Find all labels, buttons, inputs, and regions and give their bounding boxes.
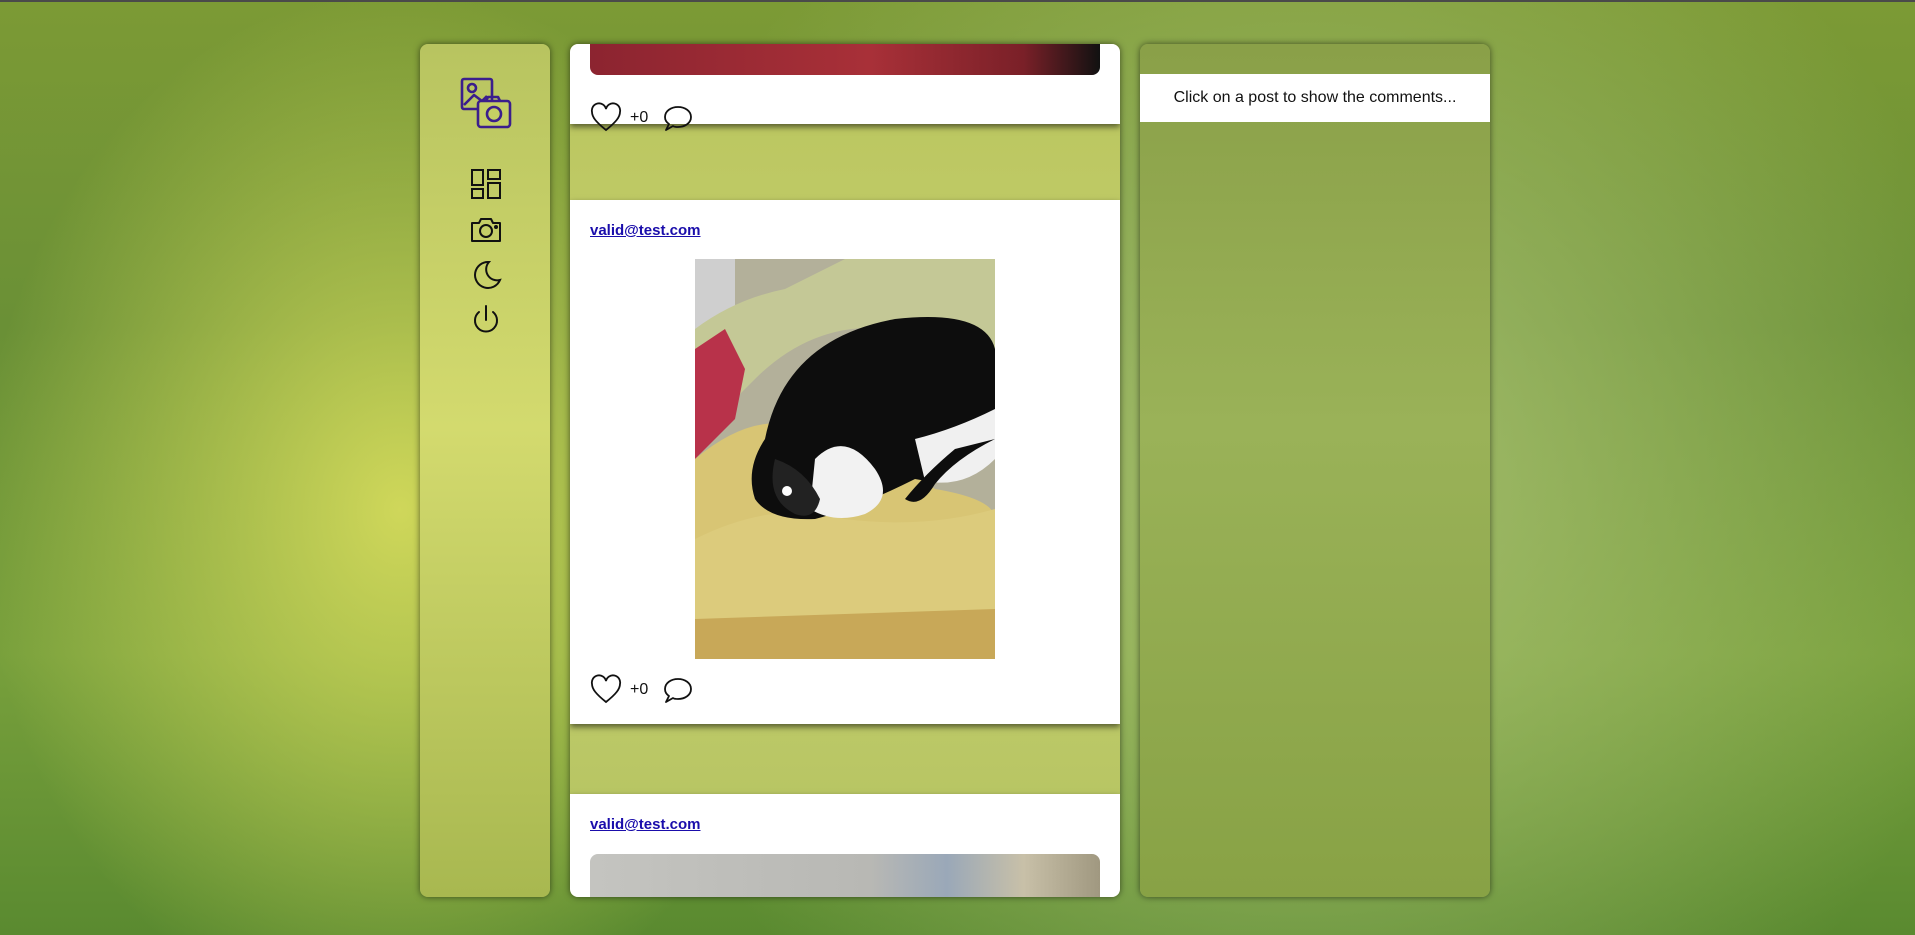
post-card[interactable]: valid@test.com +0 — [570, 200, 1120, 724]
post-card[interactable]: valid@test.com — [570, 794, 1120, 897]
like-count: +0 — [630, 109, 649, 126]
post-card[interactable]: +0 — [570, 44, 1120, 132]
camera-icon[interactable] — [469, 213, 503, 247]
heart-icon[interactable] — [590, 102, 622, 134]
post-author-link[interactable]: valid@test.com — [590, 222, 701, 239]
post-image[interactable] — [695, 259, 995, 659]
post-feed[interactable]: +0 valid@test.com +0 valid@test.com — [570, 44, 1120, 897]
dark-mode-moon-icon[interactable] — [469, 258, 503, 292]
post-author-link[interactable]: valid@test.com — [590, 816, 701, 833]
power-logout-icon[interactable] — [469, 303, 503, 337]
dashboard-icon[interactable] — [469, 167, 503, 201]
comments-hint: Click on a post to show the comments... — [1140, 74, 1490, 122]
post-image[interactable] — [590, 854, 1100, 897]
photo-gallery-logo-icon[interactable] — [460, 77, 512, 129]
cat-photo — [695, 259, 995, 659]
comments-panel: Click on a post to show the comments... — [1140, 44, 1490, 897]
comment-bubble-icon[interactable] — [662, 102, 694, 134]
post-actions: +0 — [590, 101, 694, 135]
sidebar — [420, 44, 550, 897]
comment-bubble-icon[interactable] — [662, 674, 694, 706]
post-image[interactable] — [590, 44, 1100, 75]
heart-icon[interactable] — [590, 674, 622, 706]
post-actions: +0 — [590, 673, 694, 707]
window-top-border — [0, 0, 1915, 2]
like-count: +0 — [630, 681, 649, 698]
